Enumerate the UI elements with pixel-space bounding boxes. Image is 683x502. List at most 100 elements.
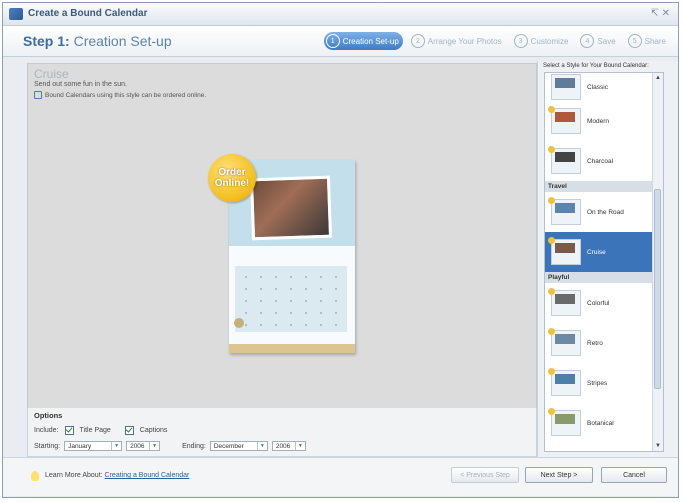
footer-bar: Learn More About: Creating a Bound Calen… [3,457,678,496]
scrollbar-thumb[interactable] [654,189,661,389]
style-item-botanical[interactable]: Botanical [545,403,663,443]
window-controls[interactable]: ↸ ✕ [650,8,670,19]
next-step-button[interactable]: Next Step > [525,467,593,483]
order-online-badge: Order Online! [208,154,256,202]
calendar-day-dot [305,300,307,302]
coin-icon [548,106,555,113]
cancel-button[interactable]: Cancel [601,467,667,483]
style-list-scrollbar[interactable]: ▲ ▼ [652,73,663,451]
style-item-charcoal[interactable]: Charcoal [545,141,663,181]
start-month-select[interactable]: January ▼ [64,441,123,451]
style-thumbnail [551,199,581,225]
calendar-day-dot [275,276,277,278]
style-item-on-the-road[interactable]: On the Road [545,192,663,232]
calendar-day-dot [290,300,292,302]
step-bar: Step 1: Creation Set-up 1 Creation Set-up… [3,26,678,57]
scroll-down-icon[interactable]: ▼ [653,441,663,451]
shopping-cart-icon [34,91,42,99]
style-item-stripes[interactable]: Stripes [545,363,663,403]
chevron-down-icon: ▼ [149,442,159,450]
coin-icon [548,288,555,295]
include-label: Include: [34,427,59,434]
calendar-day-dot [320,300,322,302]
step-2[interactable]: 2 Arrange Your Photos [409,32,506,50]
preview-area: Cruise Send out some fun in the sun. Bou… [27,63,537,409]
step-label: Step 1: [23,33,70,49]
chevron-down-icon: ▼ [256,442,267,450]
calendar-day-dot [275,312,277,314]
calendar-day-dot [290,288,292,290]
coin-icon [548,328,555,335]
style-thumbnail [551,108,581,134]
calendar-day-dot [275,288,277,290]
style-name: Cruise [34,67,69,81]
calendar-day-dot [290,276,292,278]
step-3[interactable]: 3 Customize [512,32,573,50]
style-item-cruise[interactable]: Cruise [545,232,663,272]
style-list[interactable]: Classic Modern Charcoal Travel On the Ro… [544,72,664,452]
end-year-select[interactable]: 2006 ▼ [271,441,306,451]
calendar-day-dot [245,276,247,278]
calendar-photo [249,175,333,241]
chevron-down-icon: ▼ [294,442,305,450]
calendar-day-dot [305,312,307,314]
scroll-up-icon[interactable]: ▲ [653,73,663,83]
category-playful: Playful [545,272,663,283]
calendar-day-dot [320,288,322,290]
coin-icon [548,197,555,204]
title-bar: Create a Bound Calendar ↸ ✕ [3,3,678,26]
start-year-select[interactable]: 2006 ▼ [126,441,161,451]
learn-more-link[interactable]: Creating a Bound Calendar [105,472,190,479]
calendar-day-dot [275,324,277,326]
style-sidebar: Select a Style for Your Bound Calendar: … [537,61,678,457]
step-progress: 1 Creation Set-up 2 Arrange Your Photos 3C… [323,32,670,50]
window-title: Create a Bound Calendar [28,8,148,19]
title-page-checkbox[interactable] [64,426,74,435]
calendar-day-dot [335,312,337,314]
lightbulb-icon [31,471,39,481]
style-thumbnail [551,148,581,174]
coin-icon [548,408,555,415]
calendar-day-dot [245,288,247,290]
calendar-grid [235,266,347,332]
calendar-day-dot [245,312,247,314]
ending-label: Ending: [182,442,206,450]
calendar-footer [229,344,355,353]
style-item-retro[interactable]: Retro [545,323,663,363]
calendar-day-dot [335,288,337,290]
calendar-day-dot [320,276,322,278]
calendar-day-dot [260,276,262,278]
captions-checkbox[interactable] [124,426,134,435]
options-panel: Options Include: Title Page Captions Sta… [27,408,537,457]
sidebar-title: Select a Style for Your Bound Calendar: [543,63,649,69]
calendar-day-dot [260,312,262,314]
calendar-day-dot [260,300,262,302]
style-item-classic[interactable]: Classic [545,73,663,101]
calendar-day-dot [245,324,247,326]
calendar-day-dot [275,300,277,302]
style-thumbnail [551,74,581,100]
app-icon [9,8,23,20]
category-travel: Travel [545,181,663,192]
style-thumbnail [551,330,581,356]
step-4[interactable]: 4 Save [578,32,619,50]
learn-more: Learn More About: Creating a Bound Calen… [45,472,190,479]
title-page-label: Title Page [79,427,111,434]
step-title: Step 1: Creation Set-up [23,33,172,49]
step-1[interactable]: 1 Creation Set-up [323,32,403,50]
style-thumbnail [551,370,581,396]
step-5[interactable]: 5 Share [626,32,670,50]
end-month-select[interactable]: December ▼ [209,441,268,451]
calendar-day-dot [320,312,322,314]
previous-step-button[interactable]: < Previous Step [451,467,519,483]
calendar-day-dot [260,324,262,326]
style-item-colorful[interactable]: Colorful [545,283,663,323]
calendar-day-dot [335,276,337,278]
style-description: Send out some fun in the sun. [34,81,128,88]
calendar-day-dot [290,312,292,314]
style-item-modern[interactable]: Modern [545,101,663,141]
coin-icon [548,237,555,244]
calendar-day-dot [305,288,307,290]
calendar-day-dot [320,324,322,326]
options-title: Options [34,411,63,420]
